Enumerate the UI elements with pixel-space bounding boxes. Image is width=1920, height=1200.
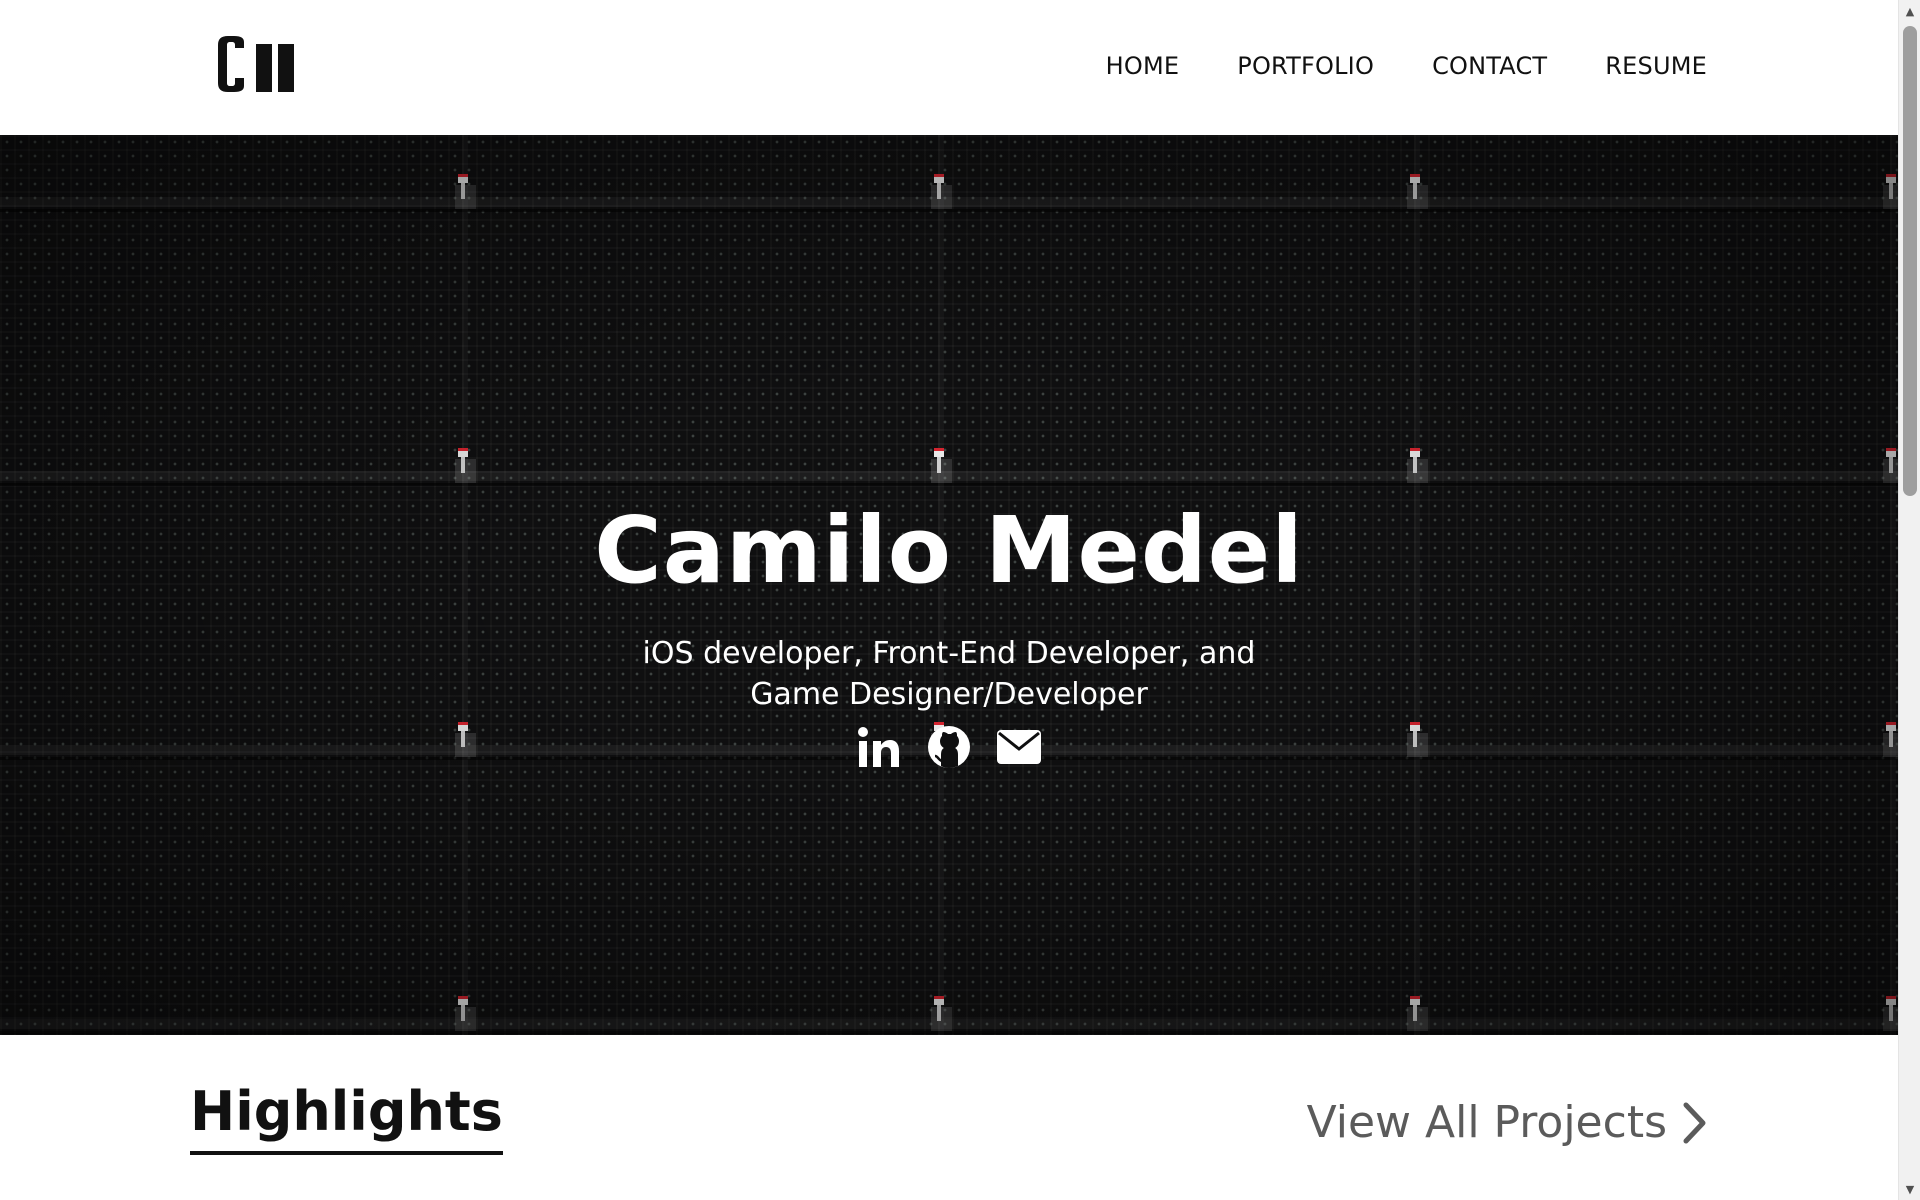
vertical-scrollbar[interactable]: ▲ ▼ <box>1898 0 1920 1200</box>
chevron-right-icon <box>1683 1102 1706 1143</box>
envelope-icon[interactable] <box>997 725 1041 769</box>
view-all-projects-link[interactable]: View All Projects <box>1307 1097 1707 1148</box>
site-header: HOME PORTFOLIO CONTACT RESUME <box>0 0 1898 135</box>
nav-resume[interactable]: RESUME <box>1605 52 1707 80</box>
logo-cm[interactable] <box>218 36 296 92</box>
nav-home[interactable]: HOME <box>1106 52 1180 80</box>
linkedin-icon[interactable] <box>857 725 901 769</box>
main-nav: HOME PORTFOLIO CONTACT RESUME <box>1106 52 1707 80</box>
nav-contact[interactable]: CONTACT <box>1432 52 1547 80</box>
scroll-down-arrow-icon[interactable]: ▼ <box>1899 1178 1920 1200</box>
nav-portfolio[interactable]: PORTFOLIO <box>1237 52 1374 80</box>
hero-subtitle: iOS developer, Front-End Developer, and … <box>642 636 1256 712</box>
scroll-up-arrow-icon[interactable]: ▲ <box>1899 0 1920 22</box>
hero-title: Camilo Medel <box>594 497 1304 604</box>
highlights-section: Highlights View All Projects <box>0 1035 1898 1200</box>
hero-content: Camilo Medel iOS developer, Front-End De… <box>0 505 1898 769</box>
page: HOME PORTFOLIO CONTACT RESUME Camilo Med… <box>0 0 1920 1200</box>
social-links <box>0 725 1898 769</box>
github-icon[interactable] <box>927 725 971 769</box>
view-all-projects-label: View All Projects <box>1306 1097 1667 1148</box>
hero-banner: Camilo Medel iOS developer, Front-End De… <box>0 135 1898 1035</box>
scrollbar-thumb[interactable] <box>1903 26 1917 496</box>
highlights-title: Highlights <box>190 1085 503 1155</box>
